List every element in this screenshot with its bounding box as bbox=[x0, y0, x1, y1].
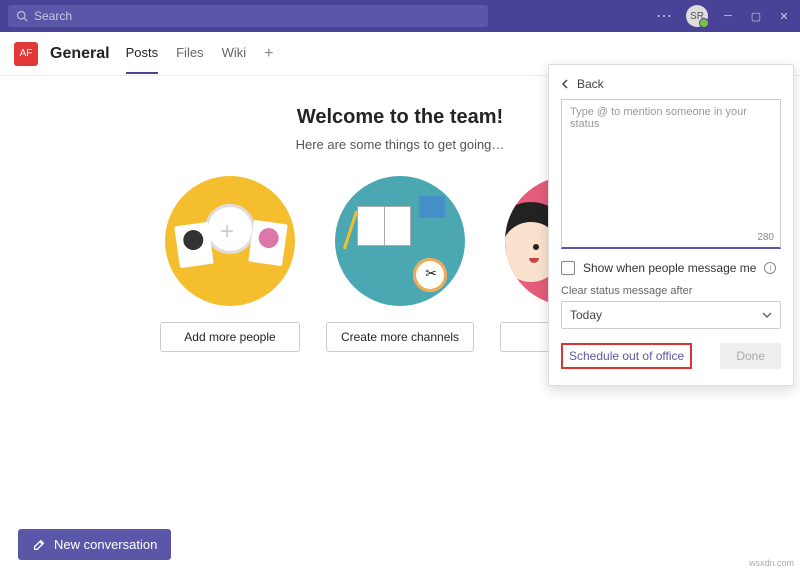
channel-name: General bbox=[50, 45, 110, 63]
create-channels-button[interactable]: Create more channels bbox=[326, 322, 474, 352]
new-conversation-button[interactable]: New conversation bbox=[18, 529, 171, 560]
chevron-left-icon bbox=[561, 79, 571, 89]
card-create-channels: ✂ Create more channels bbox=[325, 176, 475, 352]
status-panel: Back Type @ to mention someone in your s… bbox=[548, 64, 794, 386]
add-people-illustration: + bbox=[165, 176, 295, 306]
card-add-people: + Add more people bbox=[155, 176, 305, 352]
back-button[interactable]: Back bbox=[561, 77, 781, 91]
tab-wiki[interactable]: Wiki bbox=[222, 33, 247, 74]
add-people-button[interactable]: Add more people bbox=[160, 322, 300, 352]
show-when-message-checkbox[interactable] bbox=[561, 261, 575, 275]
panel-actions: Schedule out of office Done bbox=[561, 343, 781, 369]
new-conversation-label: New conversation bbox=[54, 537, 157, 552]
watermark: wsxdn.com bbox=[749, 558, 794, 568]
clear-after-label: Clear status message after bbox=[561, 285, 781, 297]
more-icon[interactable]: ⋯ bbox=[656, 6, 674, 26]
done-button[interactable]: Done bbox=[720, 343, 781, 369]
schedule-out-of-office-link[interactable]: Schedule out of office bbox=[561, 343, 692, 369]
add-tab-button[interactable]: + bbox=[264, 45, 273, 63]
maximize-button[interactable]: ▢ bbox=[748, 10, 764, 23]
status-placeholder: Type @ to mention someone in your status bbox=[570, 106, 747, 130]
clear-after-dropdown[interactable]: Today bbox=[561, 301, 781, 329]
team-avatar[interactable]: AF bbox=[14, 42, 38, 66]
compose-icon bbox=[32, 538, 46, 552]
channels-illustration: ✂ bbox=[335, 176, 465, 306]
tab-files[interactable]: Files bbox=[176, 33, 203, 74]
chevron-down-icon bbox=[762, 310, 772, 320]
profile-avatar[interactable]: SR bbox=[686, 5, 708, 27]
title-bar: Search ⋯ SR ─ ▢ ✕ bbox=[0, 0, 800, 32]
show-when-message-label: Show when people message me bbox=[583, 261, 756, 275]
info-icon[interactable]: i bbox=[764, 262, 776, 274]
search-placeholder: Search bbox=[34, 9, 72, 23]
close-button[interactable]: ✕ bbox=[776, 10, 792, 23]
show-when-message-row: Show when people message me i bbox=[561, 261, 781, 275]
char-counter: 280 bbox=[757, 232, 774, 243]
search-icon bbox=[16, 10, 28, 22]
minimize-button[interactable]: ─ bbox=[720, 10, 736, 22]
search-input[interactable]: Search bbox=[8, 5, 488, 27]
tab-bar: Posts Files Wiki + bbox=[126, 33, 274, 74]
status-textarea[interactable]: Type @ to mention someone in your status… bbox=[561, 99, 781, 249]
content-area: AF General Posts Files Wiki + Welcome to… bbox=[0, 32, 800, 572]
tab-posts[interactable]: Posts bbox=[126, 33, 159, 74]
